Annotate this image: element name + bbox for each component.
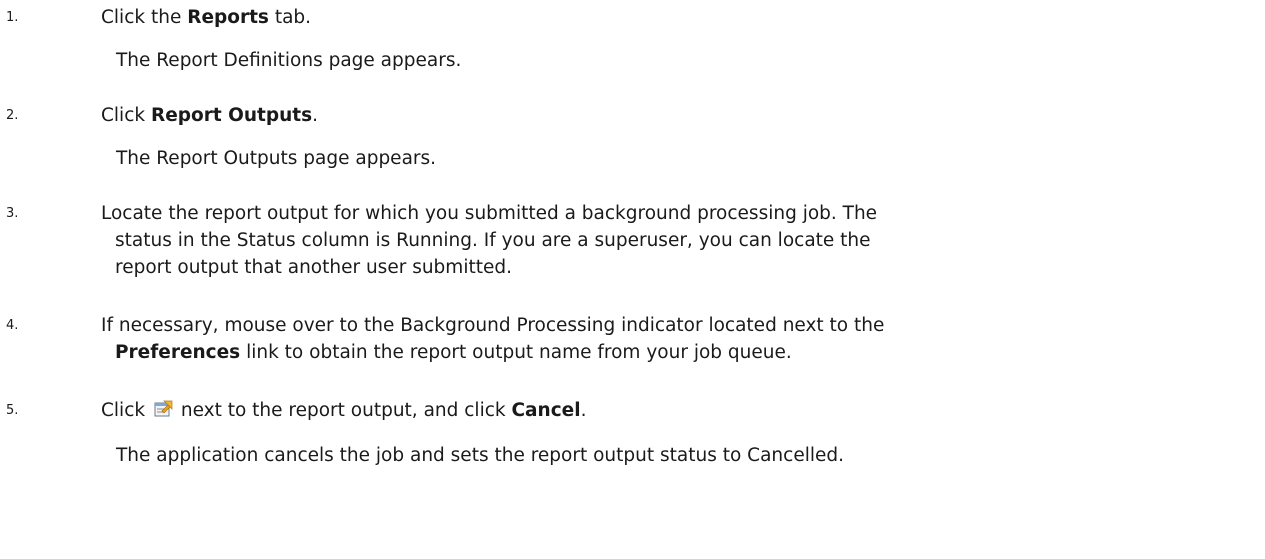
instruction-text: . (580, 400, 587, 421)
step-number: 3. (6, 206, 19, 221)
instruction-line: report output that another user submitte… (115, 257, 512, 278)
instruction-line: Preferences link to obtain the report ou… (101, 339, 1251, 366)
instruction-text: next to the report output, and click (174, 400, 512, 421)
instruction-text: Click (101, 400, 151, 421)
step-instruction: Click next to the report output, and cli… (101, 397, 1251, 424)
step-instruction: If necessary, mouse over to the Backgrou… (101, 312, 1251, 366)
step-instruction: Click the Reports tab. (101, 4, 1251, 31)
instruction-line: Locate the report output for which you s… (101, 203, 878, 224)
instruction-text: . (312, 105, 319, 126)
step-number: 1. (6, 10, 19, 25)
step-5-result: The application cancels the job and sets… (116, 445, 844, 466)
reports-tab-label: Reports (187, 7, 269, 28)
step-1-result: The Report Definitions page appears. (116, 50, 462, 71)
step-2-result: The Report Outputs page appears. (116, 148, 437, 169)
step-instruction: Locate the report output for which you s… (101, 200, 1251, 281)
report-outputs-label: Report Outputs (150, 105, 313, 126)
edit-properties-icon (153, 399, 173, 419)
instruction-line: If necessary, mouse over to the Backgrou… (101, 315, 885, 336)
instruction-text: link to obtain the report output name fr… (240, 342, 792, 363)
step-instruction: Click Report Outputs. (101, 102, 1251, 129)
step-number: 5. (6, 403, 19, 418)
instruction-text: tab. (268, 7, 312, 28)
procedure-document: 1. Click the Reports tab. The Report Def… (0, 0, 1265, 559)
instruction-line: status in the Status column is Running. … (115, 230, 871, 251)
preferences-link-label: Preferences (115, 342, 241, 363)
instruction-text: Click the (101, 7, 188, 28)
step-number: 4. (6, 318, 19, 333)
instruction-text: Click (101, 105, 151, 126)
step-number: 2. (6, 108, 19, 123)
cancel-label: Cancel (511, 400, 581, 421)
